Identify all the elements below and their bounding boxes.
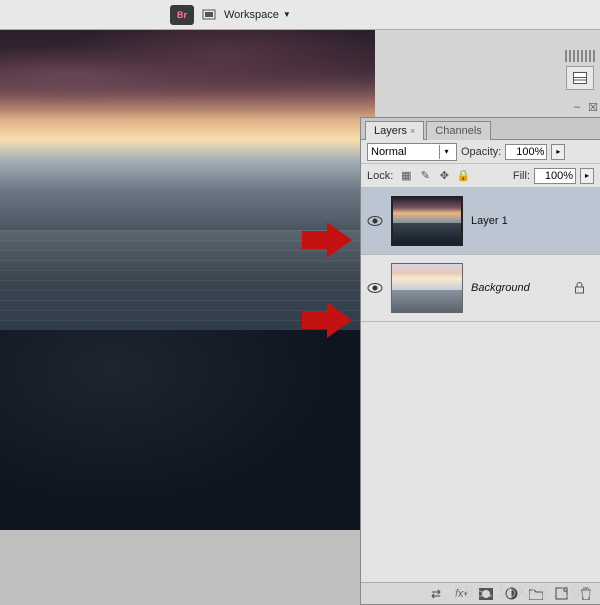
workspace-label: Workspace bbox=[224, 9, 279, 21]
layer-thumbnail[interactable] bbox=[391, 263, 463, 313]
lock-fill-row: Lock: ▦ ✎ ✥ 🔒 Fill: 100% ▸ bbox=[361, 164, 600, 188]
layer-item[interactable]: Background bbox=[361, 255, 600, 322]
palette-button[interactable] bbox=[566, 66, 594, 90]
layer-thumbnail[interactable] bbox=[391, 196, 463, 246]
app-toolbar: Br Workspace ▼ bbox=[0, 0, 600, 30]
tab-layers[interactable]: Layers× bbox=[365, 121, 424, 140]
visibility-eye-icon[interactable] bbox=[367, 214, 383, 228]
link-layers-icon[interactable]: ⇄ bbox=[428, 586, 444, 602]
tab-label: Channels bbox=[435, 125, 481, 137]
tab-label: Layers bbox=[374, 125, 407, 137]
chevron-down-icon: ▾ bbox=[439, 145, 453, 159]
layer-item[interactable]: Layer 1 bbox=[361, 188, 600, 255]
screen-mode-icon[interactable] bbox=[202, 8, 216, 22]
layer-name[interactable]: Layer 1 bbox=[471, 215, 508, 227]
tab-channels[interactable]: Channels bbox=[426, 121, 490, 140]
canvas-pasteboard bbox=[0, 530, 360, 605]
lock-position-icon[interactable]: ✥ bbox=[437, 169, 451, 183]
chevron-down-icon: ▼ bbox=[283, 10, 291, 19]
image-rocks bbox=[0, 330, 375, 530]
blend-mode-value: Normal bbox=[371, 146, 406, 158]
layers-list: Layer 1 Background bbox=[361, 188, 600, 582]
opacity-flyout-icon[interactable]: ▸ bbox=[551, 144, 565, 160]
minimize-icon[interactable]: – bbox=[574, 101, 580, 114]
watermark: BBS.16XX8.COM bbox=[454, 582, 592, 601]
blend-opacity-row: Normal ▾ Opacity: 100% ▸ bbox=[361, 140, 600, 164]
dock-strip bbox=[562, 50, 598, 90]
annotation-arrow bbox=[302, 222, 352, 258]
lock-pixels-icon[interactable]: ✎ bbox=[418, 169, 432, 183]
fill-flyout-icon[interactable]: ▸ bbox=[580, 168, 594, 184]
fill-label: Fill: bbox=[513, 170, 530, 182]
workspace-dropdown[interactable]: Workspace ▼ bbox=[224, 9, 291, 21]
opacity-label: Opacity: bbox=[461, 146, 501, 158]
blend-mode-select[interactable]: Normal ▾ bbox=[367, 143, 457, 161]
visibility-eye-icon[interactable] bbox=[367, 281, 383, 295]
lock-icon bbox=[572, 281, 586, 295]
dock-grip-icon[interactable] bbox=[565, 50, 595, 62]
tab-close-icon[interactable]: × bbox=[410, 126, 415, 136]
annotation-arrow bbox=[302, 302, 352, 338]
layers-panel: – ☒ Layers× Channels Normal ▾ Opacity: 1… bbox=[360, 117, 600, 605]
canvas-image[interactable] bbox=[0, 30, 375, 530]
panel-window-controls: – ☒ bbox=[574, 101, 598, 114]
lock-label: Lock: bbox=[367, 170, 393, 182]
image-clouds bbox=[0, 30, 375, 120]
fill-input[interactable]: 100% bbox=[534, 168, 576, 184]
close-icon[interactable]: ☒ bbox=[588, 101, 598, 114]
bridge-icon[interactable]: Br bbox=[170, 5, 194, 25]
layer-name[interactable]: Background bbox=[471, 282, 530, 294]
panel-tabs: Layers× Channels bbox=[361, 118, 600, 140]
opacity-input[interactable]: 100% bbox=[505, 144, 547, 160]
lock-all-icon[interactable]: 🔒 bbox=[456, 169, 470, 183]
lock-transparent-icon[interactable]: ▦ bbox=[399, 169, 413, 183]
